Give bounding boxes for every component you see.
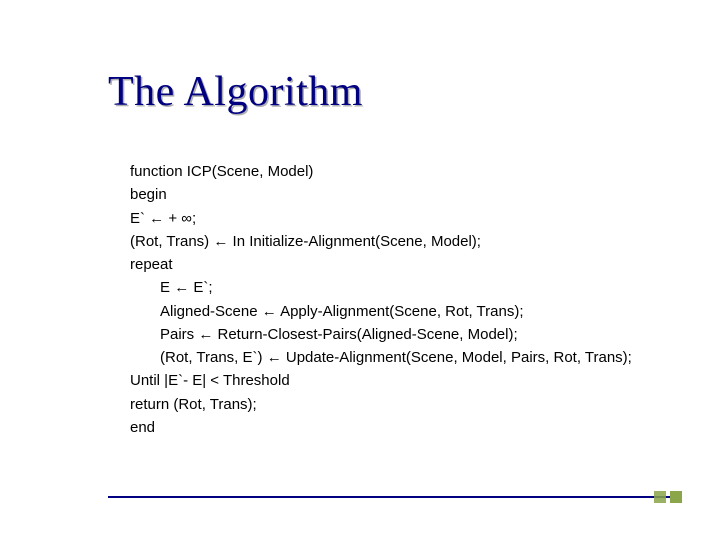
code-text: Apply-Alignment(Scene, Rot, Trans); bbox=[277, 303, 524, 320]
code-line: return (Rot, Trans); bbox=[130, 393, 680, 416]
code-text: Pairs bbox=[160, 326, 198, 343]
code-line: E` ← + ∞; bbox=[130, 207, 680, 230]
slide: The Algorithm function ICP(Scene, Model)… bbox=[0, 0, 720, 540]
code-line: (Rot, Trans, E`) ← Update-Alignment(Scen… bbox=[130, 346, 680, 369]
left-arrow-icon: ← bbox=[262, 303, 277, 320]
code-text: Return-Closest-Pairs(Aligned-Scene, Mode… bbox=[213, 326, 517, 343]
code-text: (Rot, Trans) bbox=[130, 233, 213, 250]
code-line: Until |E`- E| < Threshold bbox=[130, 369, 680, 392]
code-line: end bbox=[130, 416, 680, 439]
code-text: Update-Alignment(Scene, Model, Pairs, Ro… bbox=[282, 349, 632, 366]
left-arrow-icon: ← bbox=[174, 279, 189, 296]
slide-body: function ICP(Scene, Model) begin E` ← + … bbox=[130, 160, 680, 439]
code-line: repeat bbox=[130, 253, 680, 276]
code-text: + ∞; bbox=[164, 210, 196, 227]
code-line: function ICP(Scene, Model) bbox=[130, 160, 680, 183]
slide-title: The Algorithm bbox=[108, 68, 363, 116]
code-line: (Rot, Trans) ← In Initialize-Alignment(S… bbox=[130, 230, 680, 253]
code-line: Pairs ← Return-Closest-Pairs(Aligned-Sce… bbox=[130, 323, 680, 346]
code-text: E bbox=[160, 279, 174, 296]
footer-accent-icon bbox=[654, 491, 666, 503]
code-text: E` bbox=[130, 210, 149, 227]
code-line: Aligned-Scene ← Apply-Alignment(Scene, R… bbox=[130, 300, 680, 323]
code-line: begin bbox=[130, 183, 680, 206]
left-arrow-icon: ← bbox=[267, 349, 282, 366]
code-text: In Initialize-Alignment(Scene, Model); bbox=[228, 233, 481, 250]
code-text: Aligned-Scene bbox=[160, 303, 262, 320]
code-text: (Rot, Trans, E`) bbox=[160, 349, 267, 366]
code-line: E ← E`; bbox=[130, 276, 680, 299]
code-text: E`; bbox=[189, 279, 212, 296]
footer-accent-icon bbox=[670, 491, 682, 503]
left-arrow-icon: ← bbox=[149, 210, 164, 227]
footer-divider bbox=[108, 496, 670, 499]
left-arrow-icon: ← bbox=[213, 233, 228, 250]
left-arrow-icon: ← bbox=[198, 326, 213, 343]
